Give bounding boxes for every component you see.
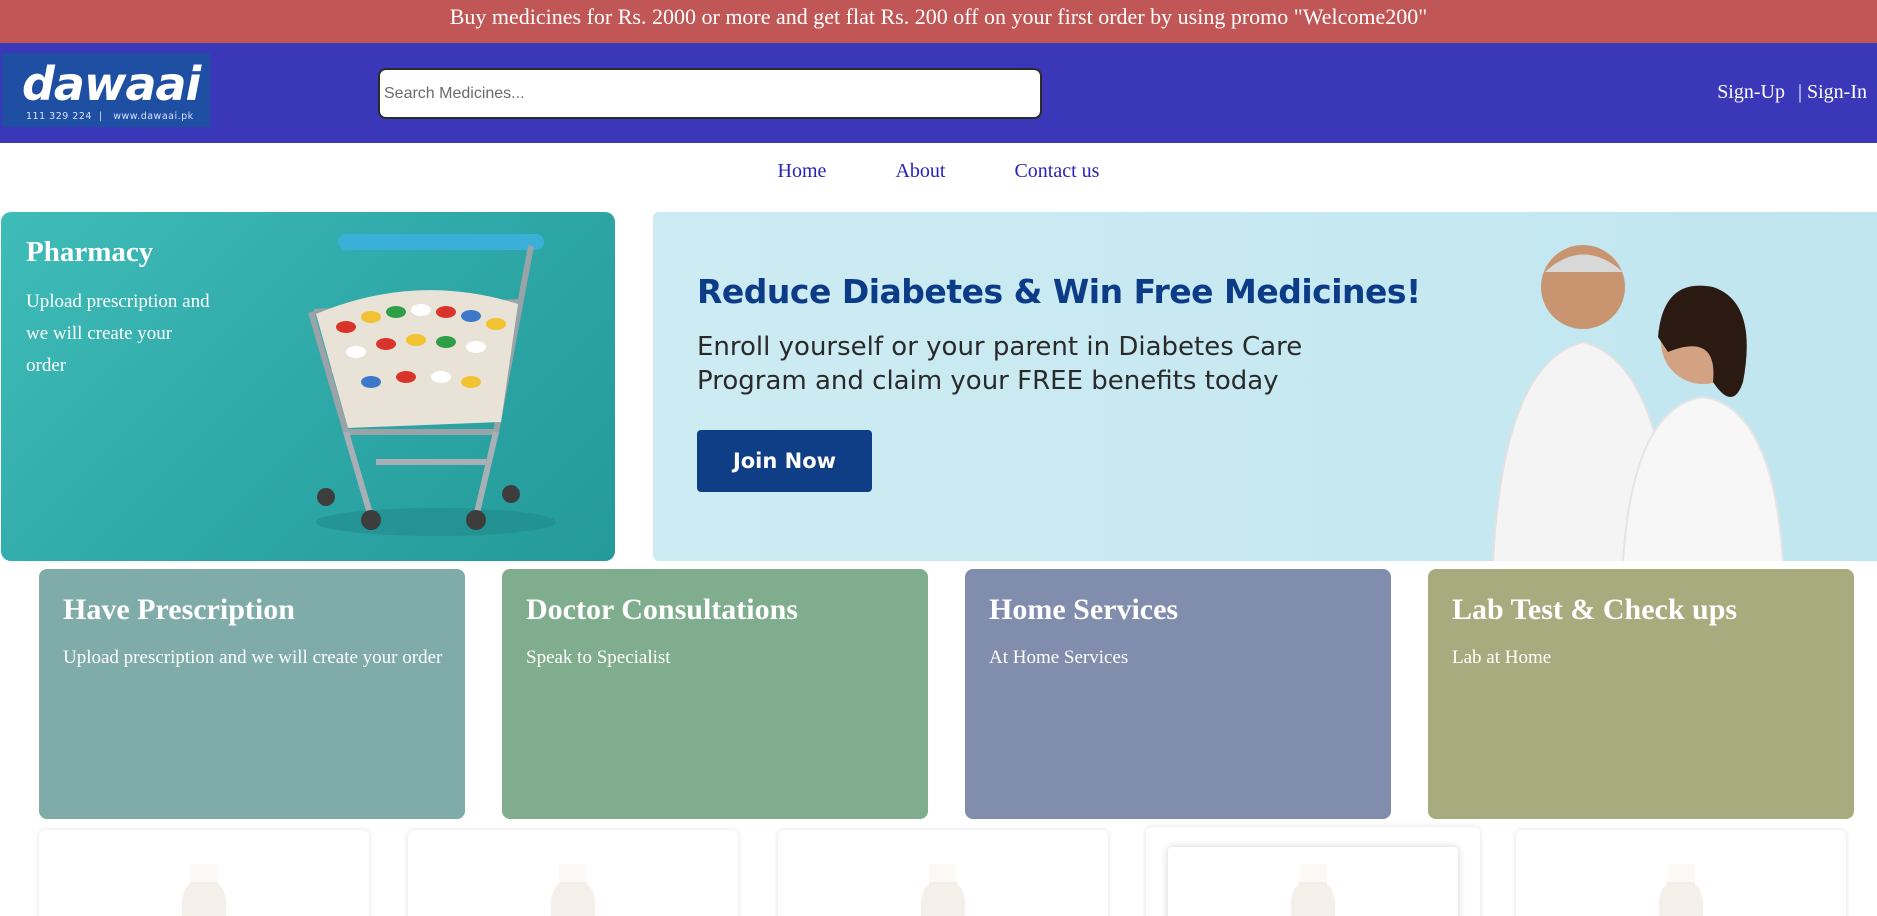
shopping-cart-image — [308, 234, 556, 536]
logo-contact: 111 329 224 | www.dawaai.pk — [26, 111, 194, 122]
product-card[interactable] — [39, 830, 369, 916]
nav-contact[interactable]: Contact us — [1014, 160, 1099, 182]
card-desc: Lab at Home — [1452, 647, 1552, 668]
have-prescription-card[interactable]: Have Prescription Upload prescription an… — [39, 569, 465, 819]
card-title: Home Services — [989, 593, 1179, 626]
product-card[interactable] — [1146, 827, 1480, 916]
card-title: Have Prescription — [63, 593, 295, 626]
product-bottle-image — [1659, 864, 1703, 916]
diabetes-promo-banner[interactable]: Reduce Diabetes & Win Free Medicines! En… — [653, 212, 1877, 561]
pharmacy-title: Pharmacy — [26, 236, 154, 268]
pharmacy-card[interactable]: Pharmacy Upload prescription and we will… — [1, 212, 615, 561]
auth-links: Sign-Up | Sign-In — [1709, 81, 1867, 104]
banner-desc: Enroll yourself or your parent in Diabet… — [697, 332, 1303, 396]
product-bottle-image — [921, 864, 965, 916]
nav-home[interactable]: Home — [778, 160, 827, 182]
product-bottle-image — [551, 864, 595, 916]
card-desc: At Home Services — [989, 647, 1129, 668]
pharmacy-desc: Upload prescription and we will create y… — [26, 291, 210, 376]
product-bottle-image — [1291, 864, 1335, 916]
doctor-consultations-card[interactable]: Doctor Consultations Speak to Specialist — [502, 569, 928, 819]
card-title: Doctor Consultations — [526, 593, 798, 626]
banner-title: Reduce Diabetes & Win Free Medicines! — [697, 272, 1421, 311]
product-bottle-image — [182, 864, 226, 916]
join-now-button[interactable]: Join Now — [697, 430, 872, 492]
dawaai-logo[interactable]: dawaai 111 329 224 | www.dawaai.pk — [2, 53, 210, 127]
search-input[interactable] — [378, 68, 1042, 119]
nav-about[interactable]: About — [895, 160, 945, 182]
product-card[interactable] — [1516, 830, 1846, 916]
promo-banner: Buy medicines for Rs. 2000 or more and g… — [0, 0, 1877, 43]
card-title: Lab Test & Check ups — [1452, 593, 1738, 626]
signin-link[interactable]: | Sign-In — [1798, 81, 1867, 103]
signup-link[interactable]: Sign-Up — [1717, 81, 1785, 103]
home-services-card[interactable]: Home Services At Home Services — [965, 569, 1391, 819]
product-card[interactable] — [778, 830, 1108, 916]
card-desc: Upload prescription and we will create y… — [63, 647, 443, 668]
main-nav: Home About Contact us — [0, 160, 1877, 183]
product-card[interactable] — [408, 830, 738, 916]
card-desc: Speak to Specialist — [526, 647, 671, 668]
site-header: dawaai 111 329 224 | www.dawaai.pk Sign-… — [0, 43, 1877, 143]
lab-test-card[interactable]: Lab Test & Check ups Lab at Home — [1428, 569, 1854, 819]
family-image — [1492, 245, 1784, 561]
logo-wordmark: dawaai — [22, 57, 201, 111]
